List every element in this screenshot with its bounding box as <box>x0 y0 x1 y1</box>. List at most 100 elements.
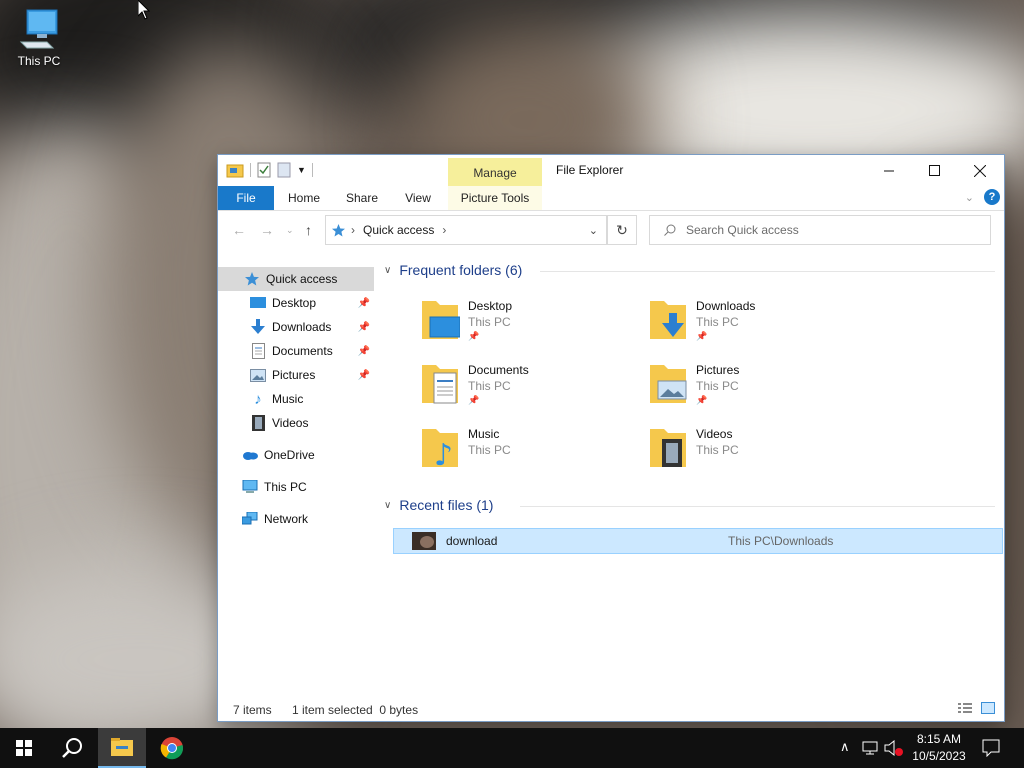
desktop-icon-label: This PC <box>17 54 61 68</box>
pin-icon[interactable]: 📌 <box>358 298 370 309</box>
search-icon <box>664 224 676 236</box>
sidebar-item-onedrive[interactable]: OneDrive <box>218 443 374 467</box>
folder-name: Desktop <box>468 299 513 313</box>
film-strip-icon <box>250 415 266 431</box>
collapse-chevron-icon[interactable]: ∨ <box>384 500 391 511</box>
tab-file[interactable]: File <box>218 186 274 210</box>
folder-tile-videos[interactable]: Videos This PC <box>648 425 848 481</box>
large-icons-view-icon[interactable] <box>981 702 995 717</box>
folder-location: This PC <box>468 443 511 457</box>
sidebar-item-quick-access[interactable]: Quick access <box>218 267 374 291</box>
status-bar: 7 items 1 item selected 0 bytes <box>218 697 1004 721</box>
sidebar-item-videos[interactable]: Videos <box>218 411 374 435</box>
refresh-button[interactable]: ↻ <box>607 215 637 245</box>
properties-icon[interactable] <box>257 162 271 178</box>
folder-tile-pictures[interactable]: Pictures This PC 📌 <box>648 361 848 417</box>
minimize-button[interactable] <box>866 155 912 186</box>
forward-arrow-icon[interactable]: → <box>260 222 274 238</box>
sidebar-item-documents[interactable]: Documents 📌 <box>218 339 374 363</box>
pictures-folder-icon <box>650 365 687 403</box>
ribbon-right-controls: ⌄ ? <box>965 189 1000 205</box>
close-button[interactable] <box>957 155 1003 186</box>
pin-icon: 📌 <box>468 331 480 341</box>
start-button[interactable] <box>0 728 48 768</box>
pin-icon: 📌 <box>696 395 708 405</box>
folder-tile-downloads[interactable]: Downloads This PC 📌 <box>648 297 848 353</box>
folder-icon <box>111 738 133 756</box>
computer-icon <box>242 479 258 495</box>
recent-file-row[interactable]: download This PC\Downloads <box>393 528 1003 554</box>
picture-icon <box>250 367 266 383</box>
folder-tile-music[interactable]: ♪ Music This PC <box>420 425 620 481</box>
up-arrow-icon[interactable]: ↑ <box>305 222 312 238</box>
folder-tile-documents[interactable]: Documents This PC 📌 <box>420 361 620 417</box>
sidebar-item-label: Documents <box>272 344 333 358</box>
address-bar[interactable]: › Quick access › ⌄ <box>325 215 607 245</box>
folder-location: This PC <box>696 443 739 457</box>
expand-ribbon-chevron-icon[interactable]: ⌄ <box>965 191 974 204</box>
pin-icon: 📌 <box>696 331 708 341</box>
customize-qat-chevron-icon[interactable]: ▼ <box>297 165 306 175</box>
network-icon[interactable] <box>862 741 880 755</box>
chrome-icon <box>160 737 184 760</box>
download-arrow-icon <box>250 319 266 335</box>
details-view-icon[interactable] <box>958 702 972 717</box>
separator <box>311 163 313 177</box>
sidebar-item-downloads[interactable]: Downloads 📌 <box>218 315 374 339</box>
sidebar-item-label: This PC <box>264 480 307 494</box>
recent-files-header[interactable]: ∨ Recent files (1) <box>384 497 493 513</box>
computer-icon <box>19 9 58 49</box>
search-button[interactable] <box>48 728 96 768</box>
clock[interactable]: 8:15 AM 10/5/2023 <box>908 731 970 765</box>
star-icon <box>244 271 260 287</box>
recent-file-name: download <box>446 534 498 548</box>
pin-icon[interactable]: 📌 <box>358 322 370 333</box>
desktop-folder-icon <box>422 301 460 339</box>
breadcrumb-quick-access[interactable]: Quick access <box>363 223 434 237</box>
downloads-folder-icon <box>650 301 686 339</box>
action-center-icon[interactable] <box>982 739 1000 757</box>
tab-home[interactable]: Home <box>280 186 328 210</box>
folder-location: This PC <box>468 315 511 329</box>
title-bar[interactable]: ▼ Manage File Explorer <box>218 155 1004 186</box>
search-input[interactable]: Search Quick access <box>649 215 991 245</box>
selection-info: 1 item selected 0 bytes <box>292 703 419 717</box>
sidebar-item-pictures[interactable]: Pictures 📌 <box>218 363 374 387</box>
back-arrow-icon[interactable]: ← <box>232 222 246 238</box>
address-history-chevron-icon[interactable]: ⌄ <box>589 224 598 237</box>
taskbar: ∧ 8:15 AM 10/5/2023 <box>0 728 1024 768</box>
pin-icon[interactable]: 📌 <box>358 370 370 381</box>
taskbar-file-explorer[interactable] <box>98 728 146 768</box>
folder-location: This PC <box>696 379 739 393</box>
group-header-label: Frequent folders (6) <box>399 262 523 278</box>
maximize-button[interactable] <box>911 155 957 186</box>
sidebar-item-this-pc[interactable]: This PC <box>218 475 374 499</box>
ribbon-tabs: File Home Share View Picture Tools ⌄ ? <box>218 186 1004 211</box>
sidebar-item-label: Music <box>272 392 304 406</box>
frequent-folders-header[interactable]: ∨ Frequent folders (6) <box>384 262 522 278</box>
desktop-icon-this-pc[interactable]: This PC <box>10 8 68 68</box>
tab-manage[interactable]: Manage <box>448 158 542 186</box>
pin-icon[interactable]: 📌 <box>358 346 370 357</box>
divider <box>540 271 995 272</box>
sidebar-item-network[interactable]: Network <box>218 507 374 531</box>
windows-logo-icon <box>16 740 32 756</box>
tab-view[interactable]: View <box>394 186 442 210</box>
minimize-icon <box>884 170 894 171</box>
sidebar-item-music[interactable]: ♪ Music <box>218 387 374 411</box>
tab-picture-tools[interactable]: Picture Tools <box>448 186 542 210</box>
taskbar-chrome[interactable] <box>148 728 196 768</box>
collapse-chevron-icon[interactable]: ∨ <box>384 265 391 276</box>
show-hidden-icons-chevron-icon[interactable]: ∧ <box>840 739 850 755</box>
item-count: 7 items <box>233 703 272 717</box>
new-folder-icon[interactable] <box>277 162 291 178</box>
clock-date: 10/5/2023 <box>912 749 966 763</box>
recent-locations-chevron-icon[interactable]: ⌄ <box>286 225 294 236</box>
help-icon[interactable]: ? <box>984 189 1000 205</box>
folder-location: This PC <box>468 379 511 393</box>
folder-tile-desktop[interactable]: Desktop This PC 📌 <box>420 297 620 353</box>
volume-muted-icon[interactable] <box>884 740 904 756</box>
quick-access-toolbar: ▼ <box>226 162 313 178</box>
sidebar-item-desktop[interactable]: Desktop 📌 <box>218 291 374 315</box>
tab-share[interactable]: Share <box>338 186 386 210</box>
